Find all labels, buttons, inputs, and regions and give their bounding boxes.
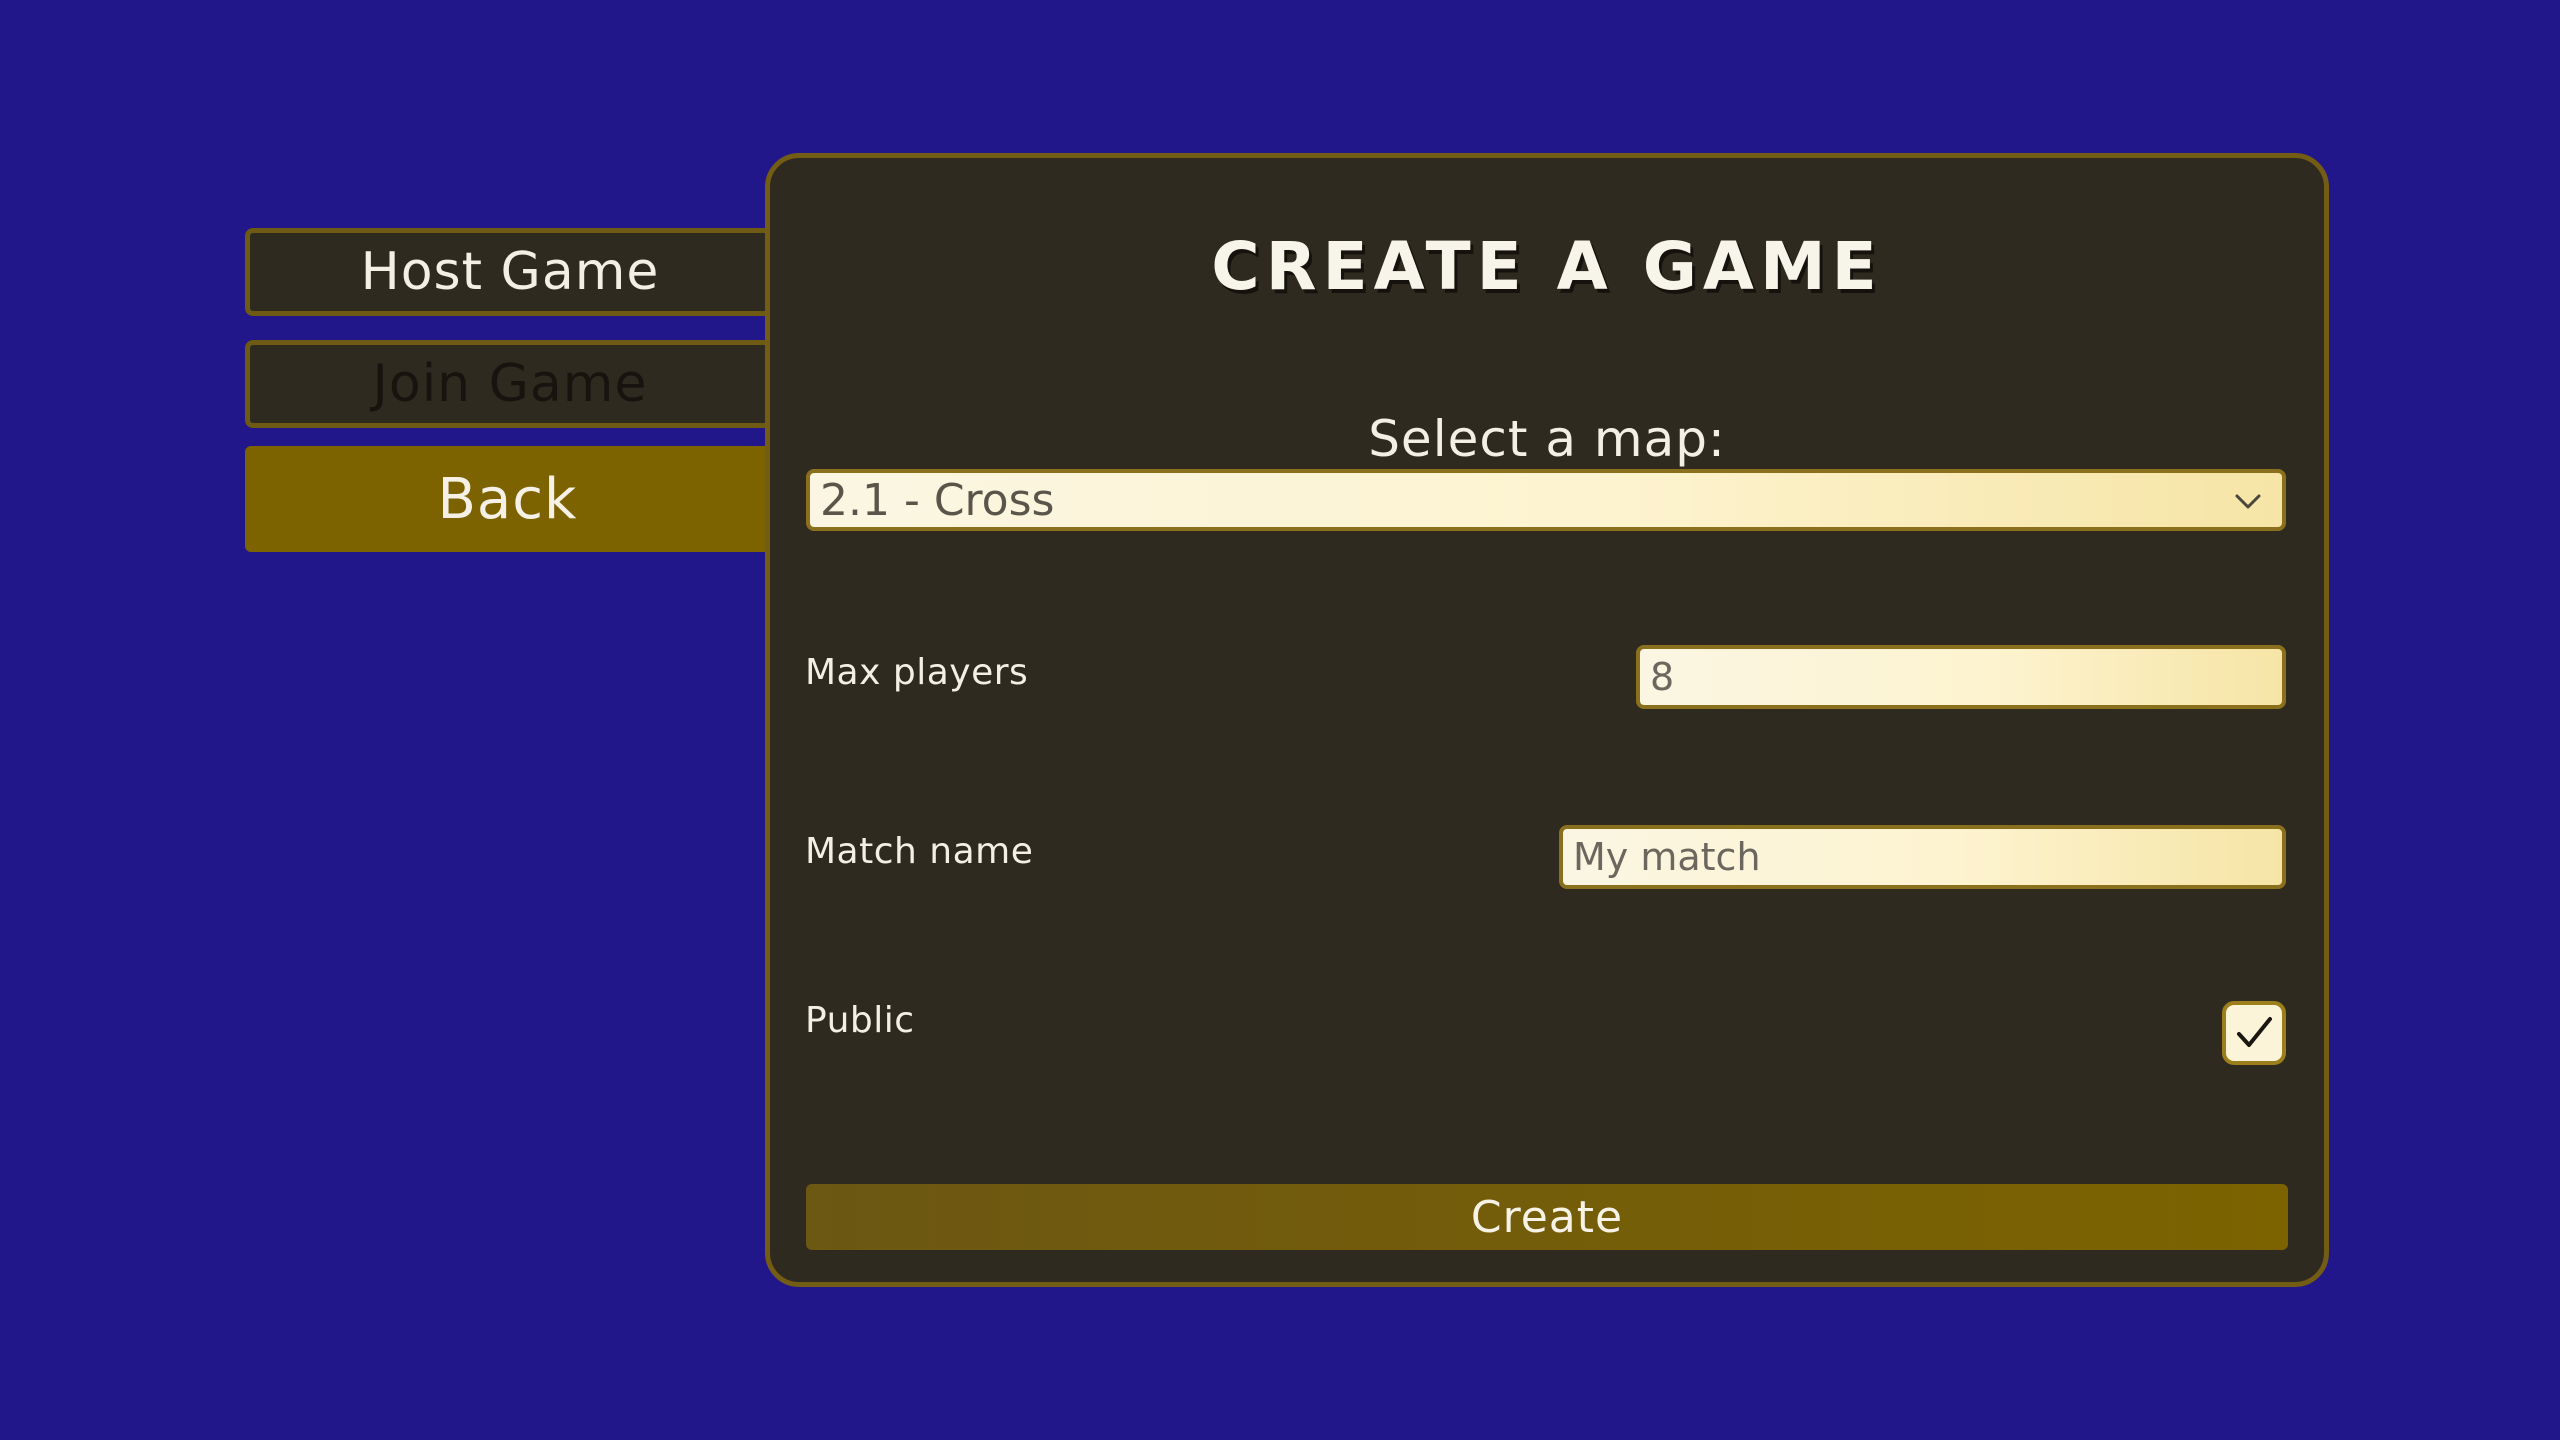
map-select-dropdown[interactable]: 2.1 - Cross bbox=[806, 469, 2286, 531]
page-title: CREATE A GAME bbox=[1211, 228, 1883, 305]
back-button[interactable]: Back bbox=[245, 446, 770, 552]
back-button-label: Back bbox=[437, 466, 578, 532]
match-name-label: Match name bbox=[805, 831, 1034, 872]
tab-host-game[interactable]: Host Game bbox=[245, 228, 770, 316]
map-select-value: 2.1 - Cross bbox=[820, 474, 1055, 526]
create-button-label: Create bbox=[1470, 1191, 1624, 1243]
public-label: Public bbox=[805, 1000, 915, 1041]
public-checkbox[interactable] bbox=[2222, 1001, 2286, 1065]
tab-join-game[interactable]: Join Game bbox=[245, 340, 770, 428]
max-players-input[interactable]: 8 bbox=[1636, 645, 2286, 709]
tab-host-game-label: Host Game bbox=[360, 242, 660, 302]
tab-join-game-label: Join Game bbox=[372, 354, 648, 414]
chevron-down-icon bbox=[2235, 494, 2261, 509]
max-players-label: Max players bbox=[805, 652, 1029, 693]
create-game-screen: Host Game Join Game Back CREATE A GAME S… bbox=[0, 0, 2560, 1440]
match-name-placeholder: My match bbox=[1573, 835, 1761, 879]
check-icon bbox=[2237, 1017, 2272, 1047]
match-name-input[interactable]: My match bbox=[1559, 825, 2286, 889]
create-button[interactable]: Create bbox=[806, 1184, 2288, 1250]
map-select-label: Select a map: bbox=[1368, 410, 1726, 468]
create-game-panel: CREATE A GAME Select a map: 2.1 - Cross … bbox=[765, 153, 2329, 1287]
max-players-value: 8 bbox=[1650, 655, 1675, 699]
